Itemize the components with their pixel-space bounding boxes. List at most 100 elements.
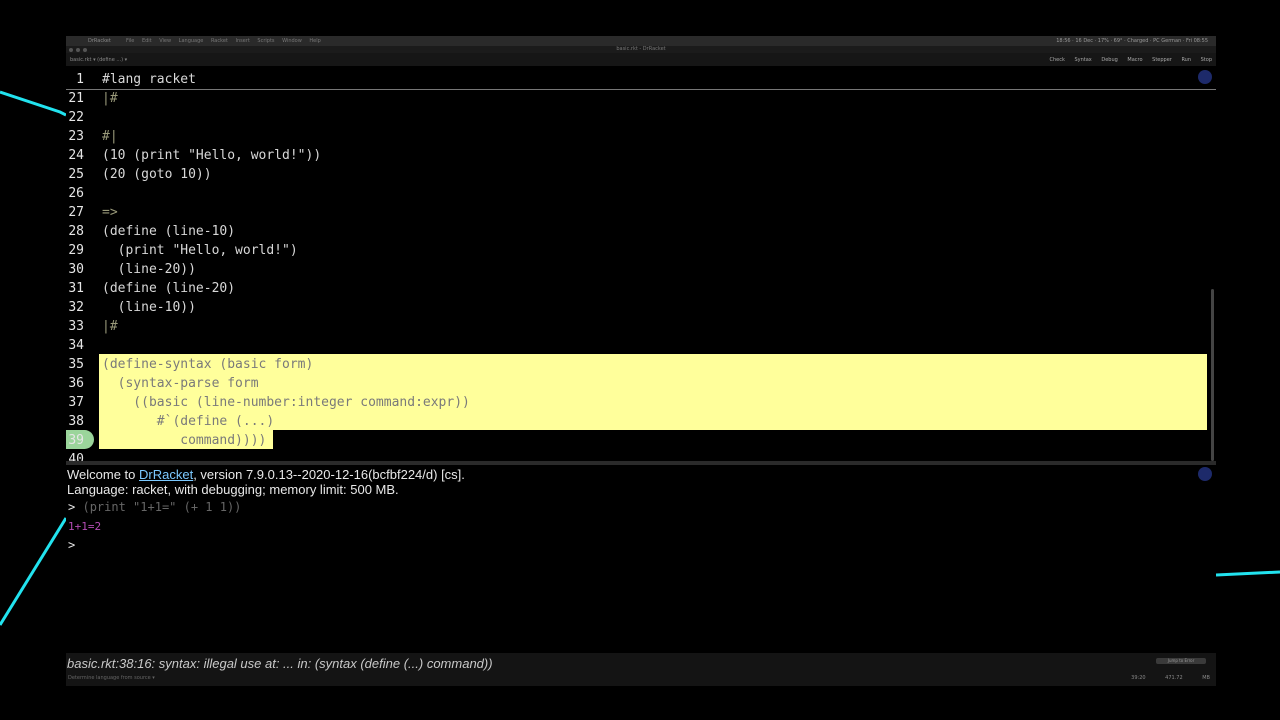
- line-number: 21: [68, 91, 84, 106]
- repl-expression: (print "1+1=" (+ 1 1)): [82, 500, 242, 514]
- code-line: 21 |#: [66, 89, 1211, 108]
- line-number: 24: [68, 148, 84, 163]
- code-line: 23 #|: [66, 127, 1211, 146]
- line-number: 34: [68, 338, 84, 353]
- status-bar: basic.rkt:38:16: syntax: illegal use at:…: [66, 653, 1216, 686]
- drracket-toolbar: basic.rkt ▾ (define ...) ▾ Check Syntax …: [66, 53, 1216, 66]
- jump-to-error-button[interactable]: Jump to Error: [1156, 658, 1206, 664]
- line-number: 36: [68, 376, 84, 391]
- line-number: 35: [68, 357, 84, 372]
- line-number: 33: [68, 319, 84, 334]
- line-number: 27: [68, 205, 84, 220]
- code-line: 34: [66, 336, 1211, 355]
- macos-menubar: DrRacket File Edit View Language Racket …: [66, 36, 1216, 46]
- code-text: command)))): [102, 433, 267, 448]
- error-message[interactable]: basic.rkt:38:16: syntax: illegal use at:…: [67, 656, 493, 671]
- code-line: 33 |#: [66, 317, 1211, 336]
- window-title: basic.rkt - DrRacket: [616, 46, 666, 52]
- repl-corner-icon: [1198, 467, 1212, 481]
- run-button[interactable]: Run: [1181, 57, 1191, 63]
- language-selector[interactable]: Determine language from source ▾: [68, 675, 155, 681]
- code-line: 26: [66, 184, 1211, 203]
- line-number: 25: [68, 167, 84, 182]
- definition-breadcrumb[interactable]: basic.rkt ▾ (define ...) ▾: [70, 57, 127, 63]
- code-line: 1 #lang racket: [66, 70, 1211, 89]
- code-text: #lang racket: [102, 72, 196, 87]
- macro-stepper-button[interactable]: Macro Stepper: [1127, 57, 1171, 63]
- code-text: (syntax-parse form: [102, 376, 259, 391]
- line-number: 26: [68, 186, 84, 201]
- code-text: =>: [102, 205, 118, 220]
- welcome-message: Welcome to DrRacket, version 7.9.0.13--2…: [67, 467, 465, 482]
- code-text: ((basic (line-number:integer command:exp…: [102, 395, 470, 410]
- line-number: 1: [76, 72, 84, 87]
- zoom-window-button[interactable]: [83, 48, 87, 52]
- welcome-prefix: Welcome to: [67, 467, 140, 482]
- line-number: 37: [68, 395, 84, 410]
- code-text: (10 (print "Hello, world!")): [102, 148, 322, 163]
- code-line: 37 ((basic (line-number:integer command:…: [66, 393, 1211, 412]
- menubar-status: 18:56 · 16 Dec · 17% · 69° · Charged · P…: [1056, 38, 1208, 44]
- code-line: 40: [66, 450, 1211, 461]
- code-line: 29 (print "Hello, world!"): [66, 241, 1211, 260]
- line-number: 29: [68, 243, 84, 258]
- welcome-suffix: , version 7.9.0.13--2020-12-16(bcfbf224/…: [193, 467, 465, 482]
- line-number: 32: [68, 300, 84, 315]
- prompt-symbol: >: [68, 500, 76, 514]
- line-number: 38: [68, 414, 84, 429]
- code-line: 35 (define-syntax (basic form): [66, 355, 1211, 374]
- repl-output: 1+1=2: [68, 520, 102, 533]
- code-line: 31 (define (line-20): [66, 279, 1211, 298]
- line-number: 28: [68, 224, 84, 239]
- repl-prompt[interactable]: >: [68, 538, 75, 552]
- check-syntax-button[interactable]: Check Syntax: [1050, 57, 1092, 63]
- line-number: 22: [68, 110, 84, 125]
- code-text: |#: [102, 319, 118, 334]
- line-number: 23: [68, 129, 84, 144]
- menubar-menus[interactable]: File Edit View Language Racket Insert Sc…: [126, 38, 321, 44]
- minimize-window-button[interactable]: [76, 48, 80, 52]
- code-text: (20 (goto 10)): [102, 167, 212, 182]
- code-text: (define-syntax (basic form): [102, 357, 314, 372]
- code-line: 27 =>: [66, 203, 1211, 222]
- line-number: 40: [68, 452, 84, 461]
- code-text: #`(define (...): [102, 414, 275, 429]
- menubar-app-name[interactable]: DrRacket: [88, 38, 111, 44]
- code-text: |#: [102, 91, 118, 106]
- drracket-link[interactable]: DrRacket: [139, 467, 193, 482]
- stop-button[interactable]: Stop: [1201, 57, 1212, 63]
- close-window-button[interactable]: [69, 48, 73, 52]
- code-line: 22: [66, 108, 1211, 127]
- code-text: (line-10)): [102, 300, 196, 315]
- code-line: 24 (10 (print "Hello, world!")): [66, 146, 1211, 165]
- code-line: 28 (define (line-10): [66, 222, 1211, 241]
- memory-usage: 471.72 MB: [1165, 675, 1210, 681]
- repl-input-line: > (print "1+1=" (+ 1 1)): [68, 500, 241, 514]
- code-line: 38 #`(define (...): [66, 412, 1211, 431]
- editor-scrollbar[interactable]: [1211, 289, 1214, 461]
- toolbar-buttons: Check Syntax Debug Macro Stepper Run Sto…: [1050, 57, 1212, 63]
- code-text: (define (line-20): [102, 281, 236, 296]
- code-line: 39 command)))): [66, 431, 1211, 450]
- line-number: 30: [68, 262, 84, 277]
- cursor-position: 39:20: [1131, 675, 1146, 681]
- code-text: (line-20)): [102, 262, 196, 277]
- code-line: 36 (syntax-parse form: [66, 374, 1211, 393]
- debug-button[interactable]: Debug: [1101, 57, 1117, 63]
- code-text: (print "Hello, world!"): [102, 243, 298, 258]
- code-line: 25 (20 (goto 10)): [66, 165, 1211, 184]
- drracket-window: DrRacket File Edit View Language Racket …: [66, 36, 1216, 686]
- neon-background-right: [1216, 0, 1280, 720]
- line-number: 31: [68, 281, 84, 296]
- code-line: 32 (line-10)): [66, 298, 1211, 317]
- language-info: Language: racket, with debugging; memory…: [67, 482, 399, 497]
- code-line: 30 (line-20)): [66, 260, 1211, 279]
- neon-background-left: [0, 0, 66, 720]
- status-info: 39:20 471.72 MB: [1131, 675, 1210, 681]
- code-text: #|: [102, 129, 118, 144]
- code-text: (define (line-10): [102, 224, 236, 239]
- interactions-pane[interactable]: Welcome to DrRacket, version 7.9.0.13--2…: [66, 465, 1216, 653]
- line-number: 39: [68, 433, 84, 448]
- window-titlebar: basic.rkt - DrRacket: [66, 46, 1216, 53]
- definitions-editor[interactable]: 1 #lang racket 21 |# 22 23 #| 24 (10 (print …: [66, 66, 1216, 461]
